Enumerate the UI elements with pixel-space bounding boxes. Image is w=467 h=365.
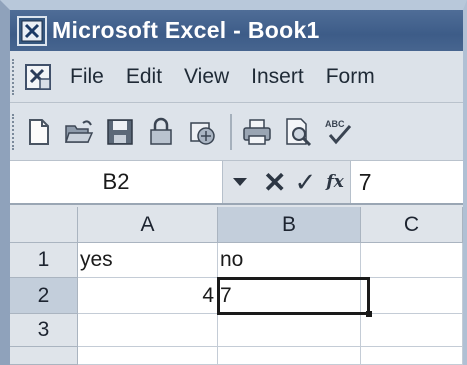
cell-c4[interactable]: [361, 347, 463, 365]
worksheet-grid: A B C 1 2 3 yes no 4 7: [10, 207, 463, 365]
title-bar[interactable]: Microsoft Excel - Book1: [10, 10, 463, 51]
new-document-icon[interactable]: [22, 116, 54, 148]
window-title: Microsoft Excel - Book1: [52, 17, 320, 43]
toolbar-grip[interactable]: [12, 114, 16, 150]
formula-input[interactable]: 7: [349, 161, 463, 203]
column-header-a[interactable]: A: [78, 207, 218, 243]
permission-icon[interactable]: [145, 116, 177, 148]
toolbar-separator: [230, 114, 232, 150]
cell-a1[interactable]: yes: [78, 243, 218, 278]
open-folder-icon[interactable]: [63, 116, 95, 148]
cell-b4[interactable]: [218, 347, 361, 365]
cell-b1[interactable]: no: [218, 243, 361, 278]
email-icon[interactable]: [186, 116, 218, 148]
cell-b3[interactable]: [218, 314, 361, 347]
menu-file[interactable]: File: [70, 65, 104, 89]
row-header-1[interactable]: 1: [10, 243, 78, 278]
menu-insert[interactable]: Insert: [251, 65, 304, 89]
print-preview-icon[interactable]: [282, 116, 314, 148]
excel-app-icon[interactable]: [17, 15, 47, 46]
svg-text:ABC: ABC: [325, 119, 345, 129]
cell-c3[interactable]: [361, 314, 463, 347]
print-icon[interactable]: [241, 116, 273, 148]
standard-toolbar: ABC: [10, 104, 463, 161]
fill-handle[interactable]: [366, 311, 372, 317]
enter-icon[interactable]: ✓: [294, 167, 316, 198]
excel-window: Microsoft Excel - Book1 File Edit View I…: [0, 0, 467, 365]
cell-a3[interactable]: [78, 314, 218, 347]
insert-function-icon[interactable]: fx: [326, 172, 343, 192]
cancel-icon[interactable]: ✕: [263, 166, 286, 199]
menu-grip[interactable]: [12, 58, 16, 95]
menu-format[interactable]: Form: [326, 65, 375, 89]
column-header-b[interactable]: B: [218, 207, 361, 243]
cell-a4[interactable]: [78, 347, 218, 365]
cell-b2[interactable]: 7: [218, 278, 361, 314]
name-box[interactable]: B2: [10, 161, 223, 203]
menu-bar: File Edit View Insert Form: [10, 51, 463, 103]
spelling-icon[interactable]: ABC: [323, 116, 355, 148]
formula-bar: B2 ✕ ✓ fx 7: [10, 161, 463, 205]
menu-view[interactable]: View: [184, 65, 229, 89]
name-box-dropdown-icon[interactable]: [233, 178, 247, 186]
row-header-3[interactable]: 3: [10, 314, 78, 347]
row-header-4[interactable]: [10, 347, 78, 365]
column-header-c[interactable]: C: [361, 207, 463, 243]
select-all-corner[interactable]: [10, 207, 78, 243]
cell-a2[interactable]: 4: [78, 278, 218, 314]
save-icon[interactable]: [104, 116, 136, 148]
menu-edit[interactable]: Edit: [126, 65, 162, 89]
row-header-2[interactable]: 2: [10, 278, 78, 314]
cell-c2[interactable]: [361, 278, 463, 314]
cell-c1[interactable]: [361, 243, 463, 278]
workbook-icon[interactable]: [22, 61, 54, 93]
